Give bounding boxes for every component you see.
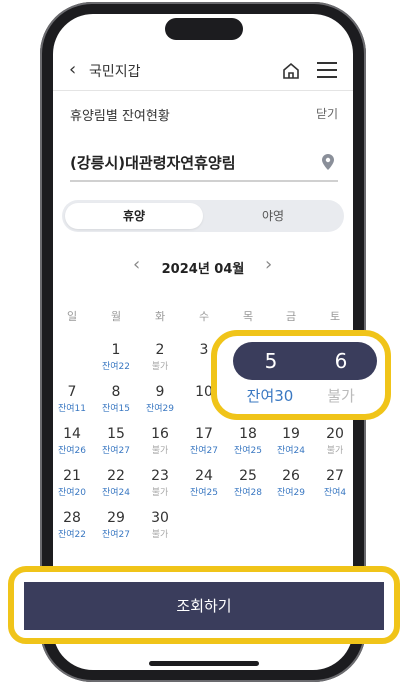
- calendar-day[interactable]: 26 잔여29: [271, 468, 311, 499]
- close-button[interactable]: 닫기: [316, 105, 338, 122]
- day-number: 14: [63, 426, 81, 442]
- day-status: 잔여22: [101, 362, 130, 372]
- selected-day-6-status: 불가: [327, 387, 355, 405]
- tab-recreation[interactable]: 휴양: [65, 203, 203, 229]
- day-number: 20: [326, 426, 344, 442]
- calendar-day[interactable]: 2 불가: [140, 342, 180, 373]
- day-number: 21: [63, 468, 81, 484]
- day-number: 15: [107, 426, 125, 442]
- day-status: 잔여25: [189, 488, 218, 498]
- calendar-day[interactable]: 18 잔여25: [228, 426, 268, 457]
- day-status: 잔여22: [57, 530, 86, 540]
- forest-select[interactable]: (강릉시)대관령자연휴양림: [70, 150, 338, 182]
- day-number: 17: [195, 426, 213, 442]
- back-chevron-icon[interactable]: ‹: [69, 59, 76, 80]
- calendar-day[interactable]: 20 불가: [315, 426, 355, 457]
- day-status: 잔여27: [101, 530, 130, 540]
- weekday-wed: 수: [198, 310, 210, 323]
- day-number: 9: [155, 384, 165, 400]
- day-status: 잔여29: [145, 404, 174, 414]
- calendar-day[interactable]: 19 잔여24: [271, 426, 311, 457]
- day-number: 28: [63, 510, 81, 526]
- hamburger-menu-icon[interactable]: [317, 62, 337, 78]
- day-status: 잔여15: [101, 404, 130, 414]
- weekday-fri: 금: [285, 310, 297, 323]
- calendar-day[interactable]: 16 불가: [140, 426, 180, 457]
- day-number: 1: [111, 342, 121, 358]
- day-number: 27: [326, 468, 344, 484]
- weekday-sun: 일: [66, 310, 78, 323]
- calendar-day[interactable]: 7 잔여11: [52, 384, 92, 415]
- selected-day-6[interactable]: 6: [326, 349, 356, 373]
- calendar-day[interactable]: 1 잔여22: [96, 342, 136, 373]
- day-status: 잔여24: [101, 488, 130, 498]
- day-number: 18: [239, 426, 257, 442]
- day-number: 19: [282, 426, 300, 442]
- home-indicator: [149, 661, 259, 666]
- day-number: 7: [67, 384, 77, 400]
- day-number: 24: [195, 468, 213, 484]
- phone-notch: [165, 18, 243, 40]
- day-status: 불가: [326, 446, 344, 456]
- calendar-day[interactable]: 15 잔여27: [96, 426, 136, 457]
- day-number: 29: [107, 510, 125, 526]
- day-status: 잔여29: [276, 488, 305, 498]
- day-number: 25: [239, 468, 257, 484]
- header-divider: [53, 90, 353, 91]
- day-status: 불가: [151, 488, 169, 498]
- weekday-thu: 목: [242, 310, 254, 323]
- calendar-day[interactable]: 9 잔여29: [140, 384, 180, 415]
- home-icon[interactable]: [281, 61, 301, 81]
- day-status: 잔여28: [233, 488, 262, 498]
- day-status: 불가: [151, 446, 169, 456]
- calendar-day[interactable]: 27 잔여4: [315, 468, 355, 499]
- day-number: 16: [151, 426, 169, 442]
- calendar-day[interactable]: 29 잔여27: [96, 510, 136, 541]
- month-label: 2024년 04월: [161, 262, 245, 277]
- calendar-day[interactable]: 21 잔여20: [52, 468, 92, 499]
- calendar-day[interactable]: 22 잔여24: [96, 468, 136, 499]
- selected-day-5-status: 잔여30: [246, 387, 294, 405]
- day-status: 잔여11: [57, 404, 86, 414]
- day-number: 22: [107, 468, 125, 484]
- day-status: 잔여27: [189, 446, 218, 456]
- weekday-tue: 화: [154, 310, 166, 323]
- calendar-day[interactable]: 17 잔여27: [184, 426, 224, 457]
- day-number: 30: [151, 510, 169, 526]
- day-status: 잔여25: [233, 446, 262, 456]
- app-header: ‹ 국민지갑: [53, 55, 353, 89]
- calendar-day[interactable]: 25 잔여28: [228, 468, 268, 499]
- calendar-day[interactable]: 24 잔여25: [184, 468, 224, 499]
- forest-name: (강릉시)대관령자연휴양림: [70, 154, 236, 172]
- weekday-mon: 월: [110, 310, 122, 323]
- back-label[interactable]: 국민지갑: [89, 61, 141, 81]
- day-status: 불가: [151, 362, 169, 372]
- panel-title: 휴양림별 잔여현황: [70, 109, 170, 124]
- day-status: 잔여4: [323, 488, 347, 498]
- day-status: 불가: [151, 530, 169, 540]
- day-status: 잔여24: [276, 446, 305, 456]
- calendar-day[interactable]: 23 불가: [140, 468, 180, 499]
- calendar-day[interactable]: 30 불가: [140, 510, 180, 541]
- calendar-day[interactable]: 8 잔여15: [96, 384, 136, 415]
- segment-control: 휴양 야영: [62, 200, 344, 232]
- day-status: 잔여26: [57, 446, 86, 456]
- day-number: 8: [111, 384, 121, 400]
- search-button[interactable]: 조회하기: [24, 582, 384, 630]
- calendar-day[interactable]: 28 잔여22: [52, 510, 92, 541]
- month-navigation: ‹ 2024년 04월 ›: [53, 254, 353, 278]
- tab-camping[interactable]: 야영: [204, 203, 342, 229]
- day-status: 잔여27: [101, 446, 130, 456]
- selected-day-5[interactable]: 5: [256, 349, 286, 373]
- next-month-chevron-icon[interactable]: ›: [265, 254, 272, 275]
- weekday-sat: 토: [329, 310, 341, 323]
- location-pin-icon: [322, 154, 334, 170]
- day-number: 23: [151, 468, 169, 484]
- day-number: 2: [155, 342, 165, 358]
- calendar-day[interactable]: 14 잔여26: [52, 426, 92, 457]
- day-status: 잔여20: [57, 488, 86, 498]
- day-number: 26: [282, 468, 300, 484]
